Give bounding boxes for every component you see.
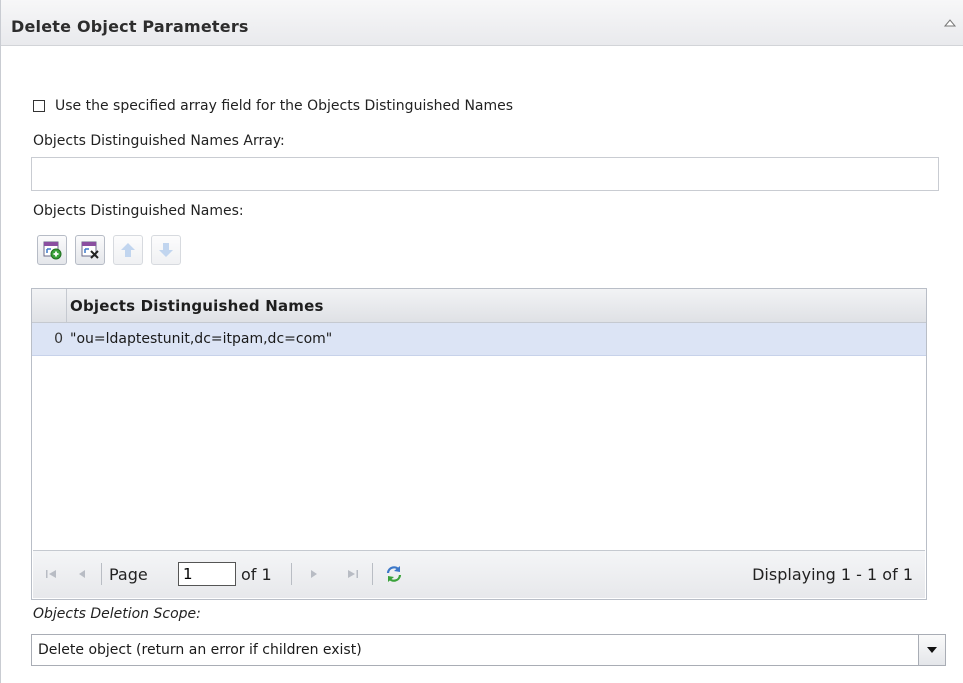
- move-down-icon: [159, 243, 173, 257]
- names-label: Objects Distinguished Names:: [33, 203, 244, 219]
- move-up-button[interactable]: [113, 235, 143, 265]
- add-row-button[interactable]: [37, 235, 67, 265]
- page-of-label: of 1: [241, 565, 272, 584]
- pager-separator: [101, 563, 102, 585]
- row-index: 0: [54, 331, 63, 347]
- displaying-count: Displaying 1 - 1 of 1: [752, 565, 913, 584]
- array-field-input[interactable]: [31, 157, 939, 191]
- table-row[interactable]: 0 "ou=ldaptestunit,dc=itpam,dc=com": [32, 323, 926, 356]
- next-page-icon[interactable]: [307, 567, 321, 581]
- panel-header: Delete Object Parameters: [1, 0, 963, 46]
- move-up-icon: [121, 243, 135, 257]
- scope-label: Objects Deletion Scope:: [33, 606, 201, 622]
- delete-row-icon: [81, 241, 99, 259]
- page-number-input[interactable]: [178, 562, 236, 586]
- chevron-down-icon: [927, 647, 937, 653]
- grid-pager: Page of 1 Displaying 1 - 1 of 1: [33, 550, 925, 598]
- column-header-names[interactable]: Objects Distinguished Names: [70, 297, 324, 315]
- use-array-checkbox[interactable]: [33, 100, 45, 112]
- scope-selected-value: Delete object (return an error if childr…: [38, 642, 362, 658]
- first-page-icon[interactable]: [44, 567, 58, 581]
- panel-title: Delete Object Parameters: [11, 17, 249, 36]
- prev-page-icon[interactable]: [75, 567, 89, 581]
- add-row-icon: [43, 241, 62, 260]
- grid-header: Objects Distinguished Names: [32, 289, 926, 323]
- delete-object-parameters-panel: Delete Object Parameters Use the specifi…: [0, 0, 963, 683]
- array-field-label: Objects Distinguished Names Array:: [33, 133, 285, 149]
- pager-separator: [372, 563, 373, 585]
- use-array-row: Use the specified array field for the Ob…: [33, 98, 513, 114]
- names-toolbar: [37, 235, 181, 265]
- refresh-icon[interactable]: [384, 564, 404, 584]
- delete-row-button[interactable]: [75, 235, 105, 265]
- row-value[interactable]: "ou=ldaptestunit,dc=itpam,dc=com": [70, 323, 332, 355]
- last-page-icon[interactable]: [346, 567, 360, 581]
- scope-select[interactable]: Delete object (return an error if childr…: [31, 634, 946, 666]
- move-down-button[interactable]: [151, 235, 181, 265]
- collapse-icon[interactable]: [943, 16, 957, 30]
- pager-separator: [291, 563, 292, 585]
- page-label: Page: [109, 565, 148, 584]
- dropdown-arrow-button[interactable]: [918, 635, 945, 665]
- row-number-header: [32, 289, 67, 322]
- use-array-label: Use the specified array field for the Ob…: [55, 98, 514, 114]
- names-grid: Objects Distinguished Names 0 "ou=ldapte…: [31, 288, 927, 600]
